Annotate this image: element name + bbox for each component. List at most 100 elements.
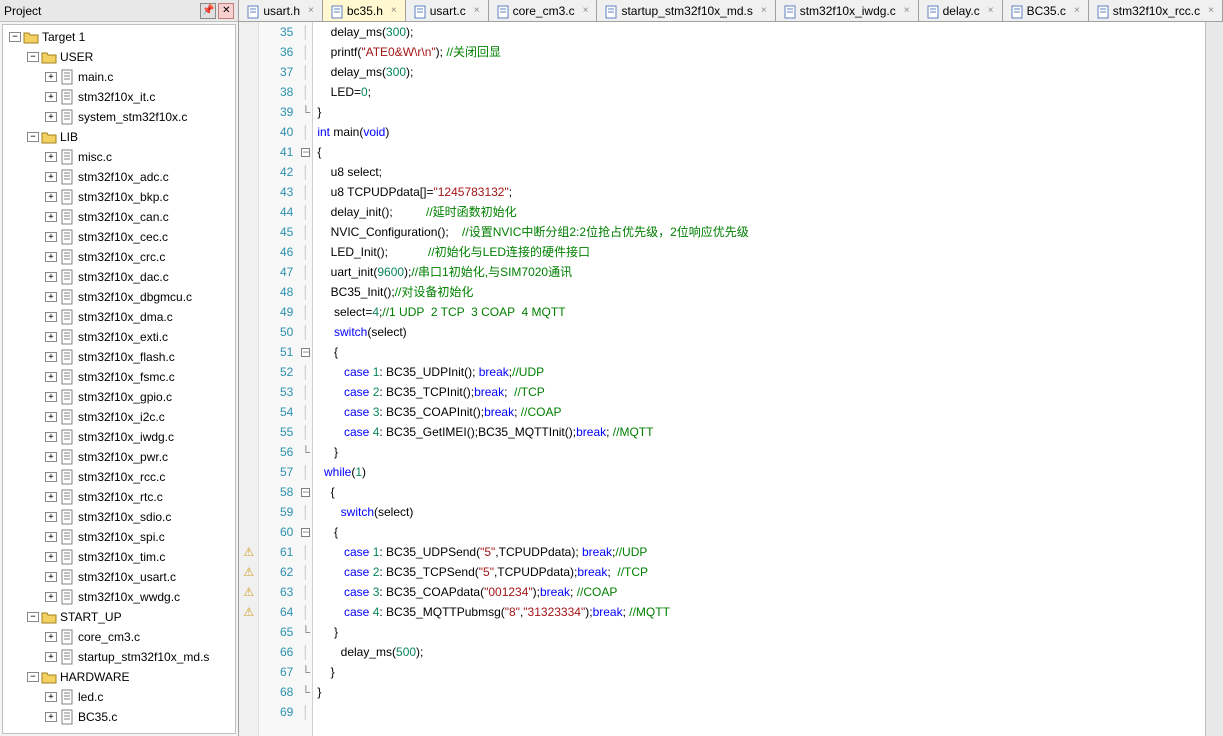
fold-marker[interactable]: │ [299,462,312,482]
code-line[interactable]: { [317,142,1205,162]
code-line[interactable]: delay_init(); //延时函数初始化 [317,202,1205,222]
tab-delay-c[interactable]: delay.c× [919,0,1003,21]
tree-toggle-icon[interactable]: + [45,372,57,382]
code-line[interactable]: uart_init(9600);//串口1初始化,与SIM7020通讯 [317,262,1205,282]
code-line[interactable]: case 4: BC35_MQTTPubmsg("8","31323334");… [317,602,1205,622]
fold-marker[interactable]: │ [299,382,312,402]
close-icon[interactable]: × [474,5,480,16]
code-line[interactable]: BC35_Init();//对设备初始化 [317,282,1205,302]
tree-file[interactable]: +misc.c [3,147,235,167]
tab-usart-h[interactable]: usart.h× [239,0,323,21]
tree-toggle-icon[interactable]: + [45,152,57,162]
tree-folder[interactable]: −USER [3,47,235,67]
close-icon[interactable]: × [761,5,767,16]
code-line[interactable]: LED_Init(); //初始化与LED连接的硬件接口 [317,242,1205,262]
tree-file[interactable]: +stm32f10x_tim.c [3,547,235,567]
tree-toggle-icon[interactable]: + [45,72,57,82]
code-area[interactable]: ⚠⚠⚠⚠ 35363738394041424344454647484950515… [239,22,1223,736]
fold-marker[interactable]: │ [299,422,312,442]
close-icon[interactable]: × [308,5,314,16]
fold-marker[interactable]: │ [299,302,312,322]
close-icon[interactable]: × [583,5,589,16]
close-icon[interactable]: × [988,5,994,16]
tree-toggle-icon[interactable]: + [45,512,57,522]
tree-file[interactable]: +stm32f10x_bkp.c [3,187,235,207]
code-content[interactable]: delay_ms(300); printf("ATE0&W\r\n"); //关… [313,22,1205,736]
tree-file[interactable]: +stm32f10x_spi.c [3,527,235,547]
code-line[interactable]: printf("ATE0&W\r\n"); //关闭回显 [317,42,1205,62]
tab-core_cm3-c[interactable]: core_cm3.c× [489,0,598,21]
fold-marker[interactable]: │ [299,222,312,242]
fold-collapse-icon[interactable]: − [301,528,310,537]
tree-file[interactable]: +stm32f10x_sdio.c [3,507,235,527]
code-line[interactable]: u8 select; [317,162,1205,182]
close-icon[interactable]: × [1208,5,1214,16]
fold-marker[interactable]: │ [299,182,312,202]
tree-toggle-icon[interactable]: + [45,412,57,422]
code-line[interactable]: { [317,482,1205,502]
tab-usart-c[interactable]: usart.c× [406,0,489,21]
tree-toggle-icon[interactable]: + [45,432,57,442]
tree-toggle-icon[interactable]: + [45,652,57,662]
fold-marker[interactable]: │ [299,282,312,302]
tree-toggle-icon[interactable]: + [45,332,57,342]
fold-marker[interactable]: │ [299,582,312,602]
tree-toggle-icon[interactable]: + [45,632,57,642]
tab-startup_stm32f10x_md-s[interactable]: startup_stm32f10x_md.s× [597,0,775,21]
fold-marker[interactable]: └ [299,622,312,642]
fold-marker[interactable]: │ [299,242,312,262]
tree-toggle-icon[interactable]: + [45,272,57,282]
fold-marker[interactable]: └ [299,442,312,462]
code-line[interactable]: } [317,102,1205,122]
tree-file[interactable]: +stm32f10x_adc.c [3,167,235,187]
panel-pin-button[interactable]: 📌 [200,3,216,19]
fold-collapse-icon[interactable]: − [301,488,310,497]
tree-toggle-icon[interactable]: + [45,692,57,702]
tree-toggle-icon[interactable]: + [45,192,57,202]
tree-file[interactable]: +stm32f10x_crc.c [3,247,235,267]
fold-marker[interactable]: │ [299,502,312,522]
tree-file[interactable]: +stm32f10x_can.c [3,207,235,227]
fold-marker[interactable]: │ [299,602,312,622]
tree-toggle-icon[interactable]: + [45,552,57,562]
tree-folder[interactable]: −START_UP [3,607,235,627]
tree-file[interactable]: +led.c [3,687,235,707]
tree-toggle-icon[interactable]: + [45,712,57,722]
tree-file[interactable]: +stm32f10x_iwdg.c [3,427,235,447]
tree-file[interactable]: +stm32f10x_cec.c [3,227,235,247]
code-line[interactable]: case 2: BC35_TCPSend("5",TCPUDPdata);bre… [317,562,1205,582]
code-line[interactable]: case 3: BC35_COAPdata("001234");break; /… [317,582,1205,602]
tree-file[interactable]: +stm32f10x_rtc.c [3,487,235,507]
fold-marker[interactable]: │ [299,42,312,62]
tree-file[interactable]: +stm32f10x_usart.c [3,567,235,587]
tree-toggle-icon[interactable]: + [45,352,57,362]
tree-toggle-icon[interactable]: + [45,392,57,402]
tree-toggle-icon[interactable]: + [45,92,57,102]
tree-file[interactable]: +stm32f10x_dbgmcu.c [3,287,235,307]
tree-toggle-icon[interactable]: − [27,672,39,682]
tree-toggle-icon[interactable]: − [27,132,39,142]
code-line[interactable]: LED=0; [317,82,1205,102]
tree-file[interactable]: +stm32f10x_exti.c [3,327,235,347]
code-line[interactable]: NVIC_Configuration(); //设置NVIC中断分组2:2位抢占… [317,222,1205,242]
fold-column[interactable]: ││││└│−│││││││││−││││└│−│−││││└│└└│ [299,22,313,736]
tree-file[interactable]: +stm32f10x_flash.c [3,347,235,367]
tree-file[interactable]: +stm32f10x_dma.c [3,307,235,327]
code-line[interactable]: switch(select) [317,322,1205,342]
code-line[interactable]: switch(select) [317,502,1205,522]
tab-bc35-h[interactable]: bc35.h× [323,0,406,21]
fold-marker[interactable]: − [299,522,312,542]
tree-file[interactable]: +stm32f10x_pwr.c [3,447,235,467]
tree-toggle-icon[interactable]: + [45,292,57,302]
code-line[interactable]: { [317,342,1205,362]
code-line[interactable]: delay_ms(500); [317,642,1205,662]
tree-file[interactable]: +system_stm32f10x.c [3,107,235,127]
close-icon[interactable]: × [904,5,910,16]
fold-marker[interactable]: │ [299,322,312,342]
fold-marker[interactable]: │ [299,122,312,142]
tree-toggle-icon[interactable]: + [45,592,57,602]
code-line[interactable]: { [317,522,1205,542]
tree-toggle-icon[interactable]: + [45,312,57,322]
fold-marker[interactable]: − [299,482,312,502]
tab-BC35-c[interactable]: BC35.c× [1003,0,1089,21]
